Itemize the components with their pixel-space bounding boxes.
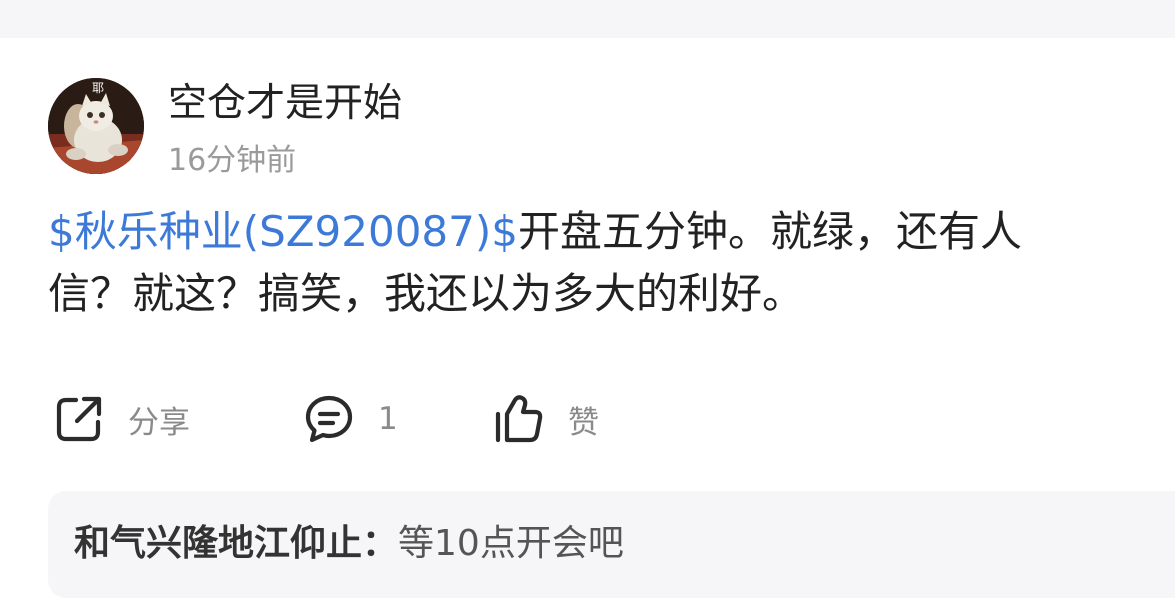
post-timestamp: 16分钟前 (168, 143, 297, 178)
avatar-badge-text: 耶 (92, 81, 104, 95)
action-bar: 分享 1 赞 (48, 388, 748, 450)
like-label: 赞 (568, 404, 599, 441)
comment-separator: ： (362, 523, 399, 564)
like-button[interactable]: 赞 (492, 388, 599, 450)
share-button[interactable]: 分享 (52, 388, 190, 450)
comment-author[interactable]: 和气兴隆地江仰止 (74, 523, 362, 564)
comment-line: 和气兴隆地江仰止：等10点开会吧 (74, 518, 624, 570)
post-text: $秋乐种业(SZ920087)$开盘五分钟。就绿，还有人 信？就这？搞笑，我还以… (48, 201, 1175, 325)
post-card: 耶 空仓才是开始 16分钟前 $秋乐种业(SZ920087)$开盘五分钟。就绿，… (0, 38, 1175, 611)
author-name[interactable]: 空仓才是开始 (168, 78, 402, 130)
avatar[interactable]: 耶 (48, 78, 144, 174)
post-line-1: $秋乐种业(SZ920087)$开盘五分钟。就绿，还有人 (48, 201, 1175, 263)
avatar-image: 耶 (48, 78, 144, 174)
post-line-2: 信？就这？搞笑，我还以为多大的利好。 (48, 269, 805, 318)
comment-content: 等10点开会吧 (398, 523, 624, 564)
comment-preview[interactable]: 和气兴隆地江仰止：等10点开会吧 (48, 491, 1175, 598)
share-label: 分享 (128, 404, 190, 441)
comment-icon (302, 392, 356, 446)
post-line-1-text: 开盘五分钟。就绿，还有人 (517, 207, 1022, 256)
top-divider-strip (0, 0, 1175, 38)
comment-button[interactable]: 1 (302, 388, 398, 450)
share-icon (52, 392, 106, 446)
thumbs-up-icon (492, 392, 546, 446)
stock-tag-link[interactable]: $秋乐种业(SZ920087)$ (48, 207, 518, 256)
comment-count: 1 (378, 401, 398, 437)
